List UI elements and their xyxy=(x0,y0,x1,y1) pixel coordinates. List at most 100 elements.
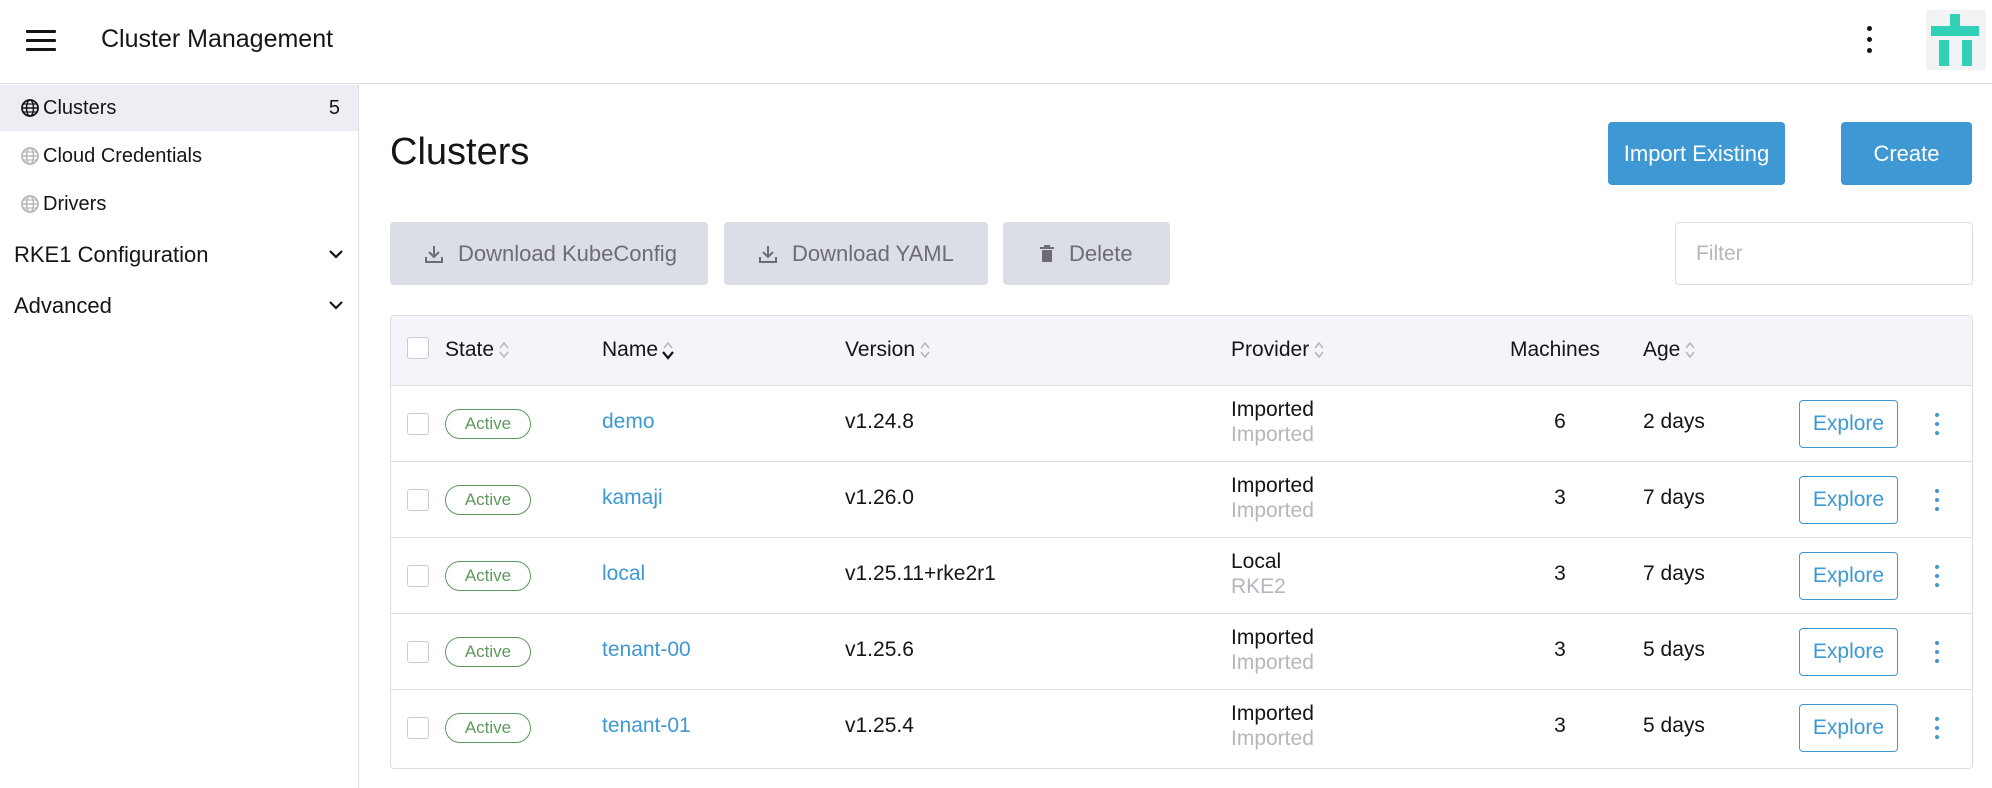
explore-button[interactable]: Explore xyxy=(1799,400,1898,448)
sidebar-group-label: Advanced xyxy=(14,293,112,318)
explore-button[interactable]: Explore xyxy=(1799,476,1898,524)
trash-icon xyxy=(1040,244,1054,262)
cluster-age: 5 days xyxy=(1643,714,1705,737)
sidebar-item-clusters[interactable]: Clusters 5 xyxy=(0,85,358,131)
download-yaml-button[interactable]: Download YAML xyxy=(724,222,988,285)
create-button[interactable]: Create xyxy=(1841,122,1972,185)
product-logo[interactable] xyxy=(1926,10,1986,70)
explore-button[interactable]: Explore xyxy=(1799,552,1898,600)
cluster-name-link[interactable]: local xyxy=(602,562,645,586)
column-label: Name xyxy=(602,338,659,361)
cluster-provider-sub: Imported xyxy=(1231,423,1314,446)
cluster-provider-sub: Imported xyxy=(1231,727,1314,750)
cluster-machines: 3 xyxy=(1554,562,1566,585)
status-badge: Active xyxy=(445,637,531,667)
row-checkbox[interactable] xyxy=(407,565,429,587)
cluster-provider: Imported xyxy=(1231,474,1314,497)
status-badge: Active xyxy=(445,409,531,439)
more-options-icon[interactable] xyxy=(1860,22,1880,58)
row-actions-icon[interactable] xyxy=(1929,714,1945,742)
column-label: State xyxy=(445,338,495,361)
app-title: Cluster Management xyxy=(101,25,334,53)
row-actions-icon[interactable] xyxy=(1929,562,1945,590)
cluster-age: 5 days xyxy=(1643,638,1705,661)
sort-icon xyxy=(1314,341,1324,359)
column-label: Machines xyxy=(1510,338,1600,361)
sidebar-item-cloud-credentials[interactable]: Cloud Credentials xyxy=(0,133,358,179)
cluster-version: v1.25.4 xyxy=(845,714,914,737)
cluster-name-link[interactable]: tenant-00 xyxy=(602,638,691,662)
sort-icon xyxy=(499,341,509,359)
status-badge: Active xyxy=(445,485,531,515)
cluster-count: 5 xyxy=(328,97,340,119)
delete-button[interactable]: Delete xyxy=(1003,222,1170,285)
cluster-name-link[interactable]: kamaji xyxy=(602,486,663,510)
cluster-name-link[interactable]: demo xyxy=(602,410,655,434)
import-existing-button[interactable]: Import Existing xyxy=(1608,122,1785,185)
clusters-table: State Name Version Provider Machines Age… xyxy=(390,315,1973,769)
sort-icon xyxy=(1685,341,1695,359)
sidebar-group-advanced[interactable]: Advanced xyxy=(0,281,358,327)
cluster-machines: 3 xyxy=(1554,486,1566,509)
cluster-provider-sub: Imported xyxy=(1231,499,1314,522)
table-row: Active demo v1.24.8 Imported Imported 6 … xyxy=(391,386,1972,462)
sidebar-item-label: Drivers xyxy=(43,193,107,215)
sort-icon xyxy=(920,341,930,359)
table-row: Active tenant-01 v1.25.4 Imported Import… xyxy=(391,690,1972,766)
cluster-age: 7 days xyxy=(1643,486,1705,509)
cluster-provider: Imported xyxy=(1231,626,1314,649)
row-checkbox[interactable] xyxy=(407,717,429,739)
download-yaml-label: Download YAML xyxy=(792,240,954,266)
table-header: State Name Version Provider Machines Age xyxy=(391,316,1972,386)
sidebar-item-label: Cloud Credentials xyxy=(43,145,202,167)
column-label: Provider xyxy=(1231,338,1310,361)
chevron-down-icon xyxy=(329,250,343,259)
explore-button[interactable]: Explore xyxy=(1799,704,1898,752)
cluster-version: v1.26.0 xyxy=(845,486,914,509)
column-header-machines: Machines xyxy=(1510,338,1600,362)
sidebar-item-label: Clusters xyxy=(43,97,117,119)
column-header-version[interactable]: Version xyxy=(845,338,932,362)
row-actions-icon[interactable] xyxy=(1929,410,1945,438)
row-checkbox[interactable] xyxy=(407,413,429,435)
row-actions-icon[interactable] xyxy=(1929,486,1945,514)
globe-icon xyxy=(21,195,39,213)
cluster-machines: 6 xyxy=(1554,410,1566,433)
column-header-name[interactable]: Name xyxy=(602,338,675,362)
sidebar-item-drivers[interactable]: Drivers xyxy=(0,181,358,227)
cluster-machines: 3 xyxy=(1554,638,1566,661)
sort-desc-icon xyxy=(662,341,674,360)
globe-icon xyxy=(21,99,39,117)
row-checkbox[interactable] xyxy=(407,489,429,511)
cluster-name-link[interactable]: tenant-01 xyxy=(602,714,691,738)
status-badge: Active xyxy=(445,561,531,591)
hamburger-menu-icon[interactable] xyxy=(26,28,56,52)
row-checkbox[interactable] xyxy=(407,641,429,663)
sidebar-group-label: RKE1 Configuration xyxy=(14,242,209,267)
column-label: Version xyxy=(845,338,916,361)
cluster-version: v1.24.8 xyxy=(845,410,914,433)
column-header-age[interactable]: Age xyxy=(1643,338,1697,362)
cluster-provider: Imported xyxy=(1231,398,1314,421)
chevron-down-icon xyxy=(329,301,343,310)
download-kubeconfig-label: Download KubeConfig xyxy=(458,240,677,266)
row-actions-icon[interactable] xyxy=(1929,638,1945,666)
column-header-state[interactable]: State xyxy=(445,338,511,362)
sidebar: Clusters 5 Cloud Credentials Drivers RKE… xyxy=(0,85,359,788)
column-header-provider[interactable]: Provider xyxy=(1231,338,1326,362)
sidebar-group-rke1-configuration[interactable]: RKE1 Configuration xyxy=(0,230,358,276)
filter-input[interactable] xyxy=(1675,222,1973,285)
cluster-machines: 3 xyxy=(1554,714,1566,737)
top-header: Cluster Management xyxy=(0,0,1992,84)
table-row: Active kamaji v1.26.0 Imported Imported … xyxy=(391,462,1972,538)
explore-button[interactable]: Explore xyxy=(1799,628,1898,676)
select-all-checkbox[interactable] xyxy=(407,337,429,359)
cluster-provider-sub: RKE2 xyxy=(1231,575,1286,598)
cluster-version: v1.25.6 xyxy=(845,638,914,661)
page-title: Clusters xyxy=(390,131,530,173)
download-icon xyxy=(425,245,443,263)
column-label: Age xyxy=(1643,338,1681,361)
download-kubeconfig-button[interactable]: Download KubeConfig xyxy=(390,222,708,285)
globe-icon xyxy=(21,147,39,165)
cluster-age: 7 days xyxy=(1643,562,1705,585)
